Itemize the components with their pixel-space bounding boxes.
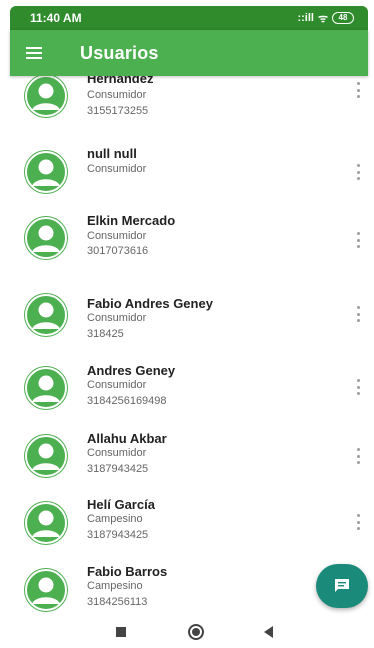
person-avatar-icon (24, 434, 68, 478)
more-vert-icon[interactable] (350, 444, 366, 468)
back-icon[interactable] (264, 626, 273, 638)
chat-icon (335, 579, 349, 592)
list-item[interactable]: null null Consumidor (10, 138, 368, 202)
wifi-icon: ᯤ (317, 12, 328, 25)
user-phone: 3187943425 (87, 463, 149, 475)
app-screen: 11:40 AM ::ill ᯤ 48 Usuarios Hernandez C… (0, 0, 374, 648)
more-vert-icon[interactable] (350, 302, 366, 326)
person-avatar-icon (24, 76, 68, 118)
user-role: Consumidor (87, 89, 147, 101)
user-phone: 3184256113 (87, 596, 148, 608)
user-name: Helí García (87, 497, 155, 512)
status-icons: ::ill ᯤ 48 (297, 11, 354, 26)
chat-fab-button[interactable] (316, 564, 368, 608)
user-role: Consumidor (87, 312, 147, 324)
person-avatar-icon (24, 150, 68, 194)
person-avatar-icon (24, 216, 68, 260)
user-name: Hernandez (87, 76, 154, 86)
person-avatar-icon (24, 366, 68, 410)
system-nav-bar (0, 616, 374, 648)
more-vert-icon[interactable] (350, 510, 366, 534)
status-bar: 11:40 AM ::ill ᯤ 48 (10, 6, 368, 30)
list-item[interactable]: Fabio Barros Campesino 3184256113 (10, 562, 368, 616)
menu-icon[interactable] (12, 30, 56, 76)
user-name: Fabio Barros (87, 564, 168, 579)
more-vert-icon[interactable] (350, 228, 366, 252)
person-avatar-icon (24, 568, 68, 612)
battery-icon: 48 (332, 12, 354, 24)
list-item[interactable]: Elkin Mercado Consumidor 3017073616 (10, 210, 368, 274)
user-phone: 3187943425 (87, 529, 149, 541)
page-title: Usuarios (80, 42, 159, 63)
user-role: Campesino (87, 580, 143, 592)
user-role: Consumidor (87, 163, 147, 175)
user-phone: 318425 (87, 328, 124, 340)
person-avatar-icon (24, 293, 68, 337)
user-role: Consumidor (87, 230, 147, 242)
list-item[interactable]: Andres Geney Consumidor 3184256169498 (10, 361, 368, 425)
status-time: 11:40 AM (30, 11, 82, 25)
list-item[interactable]: Hernandez Consumidor 3155173255 (10, 76, 368, 134)
user-role: Consumidor (87, 379, 147, 391)
person-avatar-icon (24, 501, 68, 545)
user-phone: 3184256169498 (87, 395, 167, 407)
recents-icon[interactable] (116, 627, 126, 637)
more-vert-icon[interactable] (350, 160, 366, 184)
user-name: Elkin Mercado (87, 213, 176, 228)
more-vert-icon[interactable] (350, 375, 366, 399)
app-bar: Usuarios (10, 30, 368, 76)
user-list[interactable]: Hernandez Consumidor 3155173255 null nul… (10, 76, 368, 616)
user-phone: 3155173255 (87, 105, 149, 117)
user-name: Fabio Andres Geney (87, 296, 213, 311)
list-item[interactable]: Allahu Akbar Consumidor 3187943425 (10, 428, 368, 492)
more-vert-icon[interactable] (350, 78, 366, 102)
user-name: Allahu Akbar (87, 431, 167, 446)
list-item[interactable]: Helí García Campesino 3187943425 (10, 494, 368, 558)
list-item[interactable]: Fabio Andres Geney Consumidor 318425 (10, 292, 368, 356)
user-phone: 3017073616 (87, 245, 149, 257)
user-name: null null (87, 146, 137, 161)
user-role: Campesino (87, 513, 143, 525)
home-icon[interactable] (188, 624, 204, 640)
signal-icon: ::ill (297, 12, 314, 24)
user-role: Consumidor (87, 447, 147, 459)
user-name: Andres Geney (87, 363, 176, 378)
